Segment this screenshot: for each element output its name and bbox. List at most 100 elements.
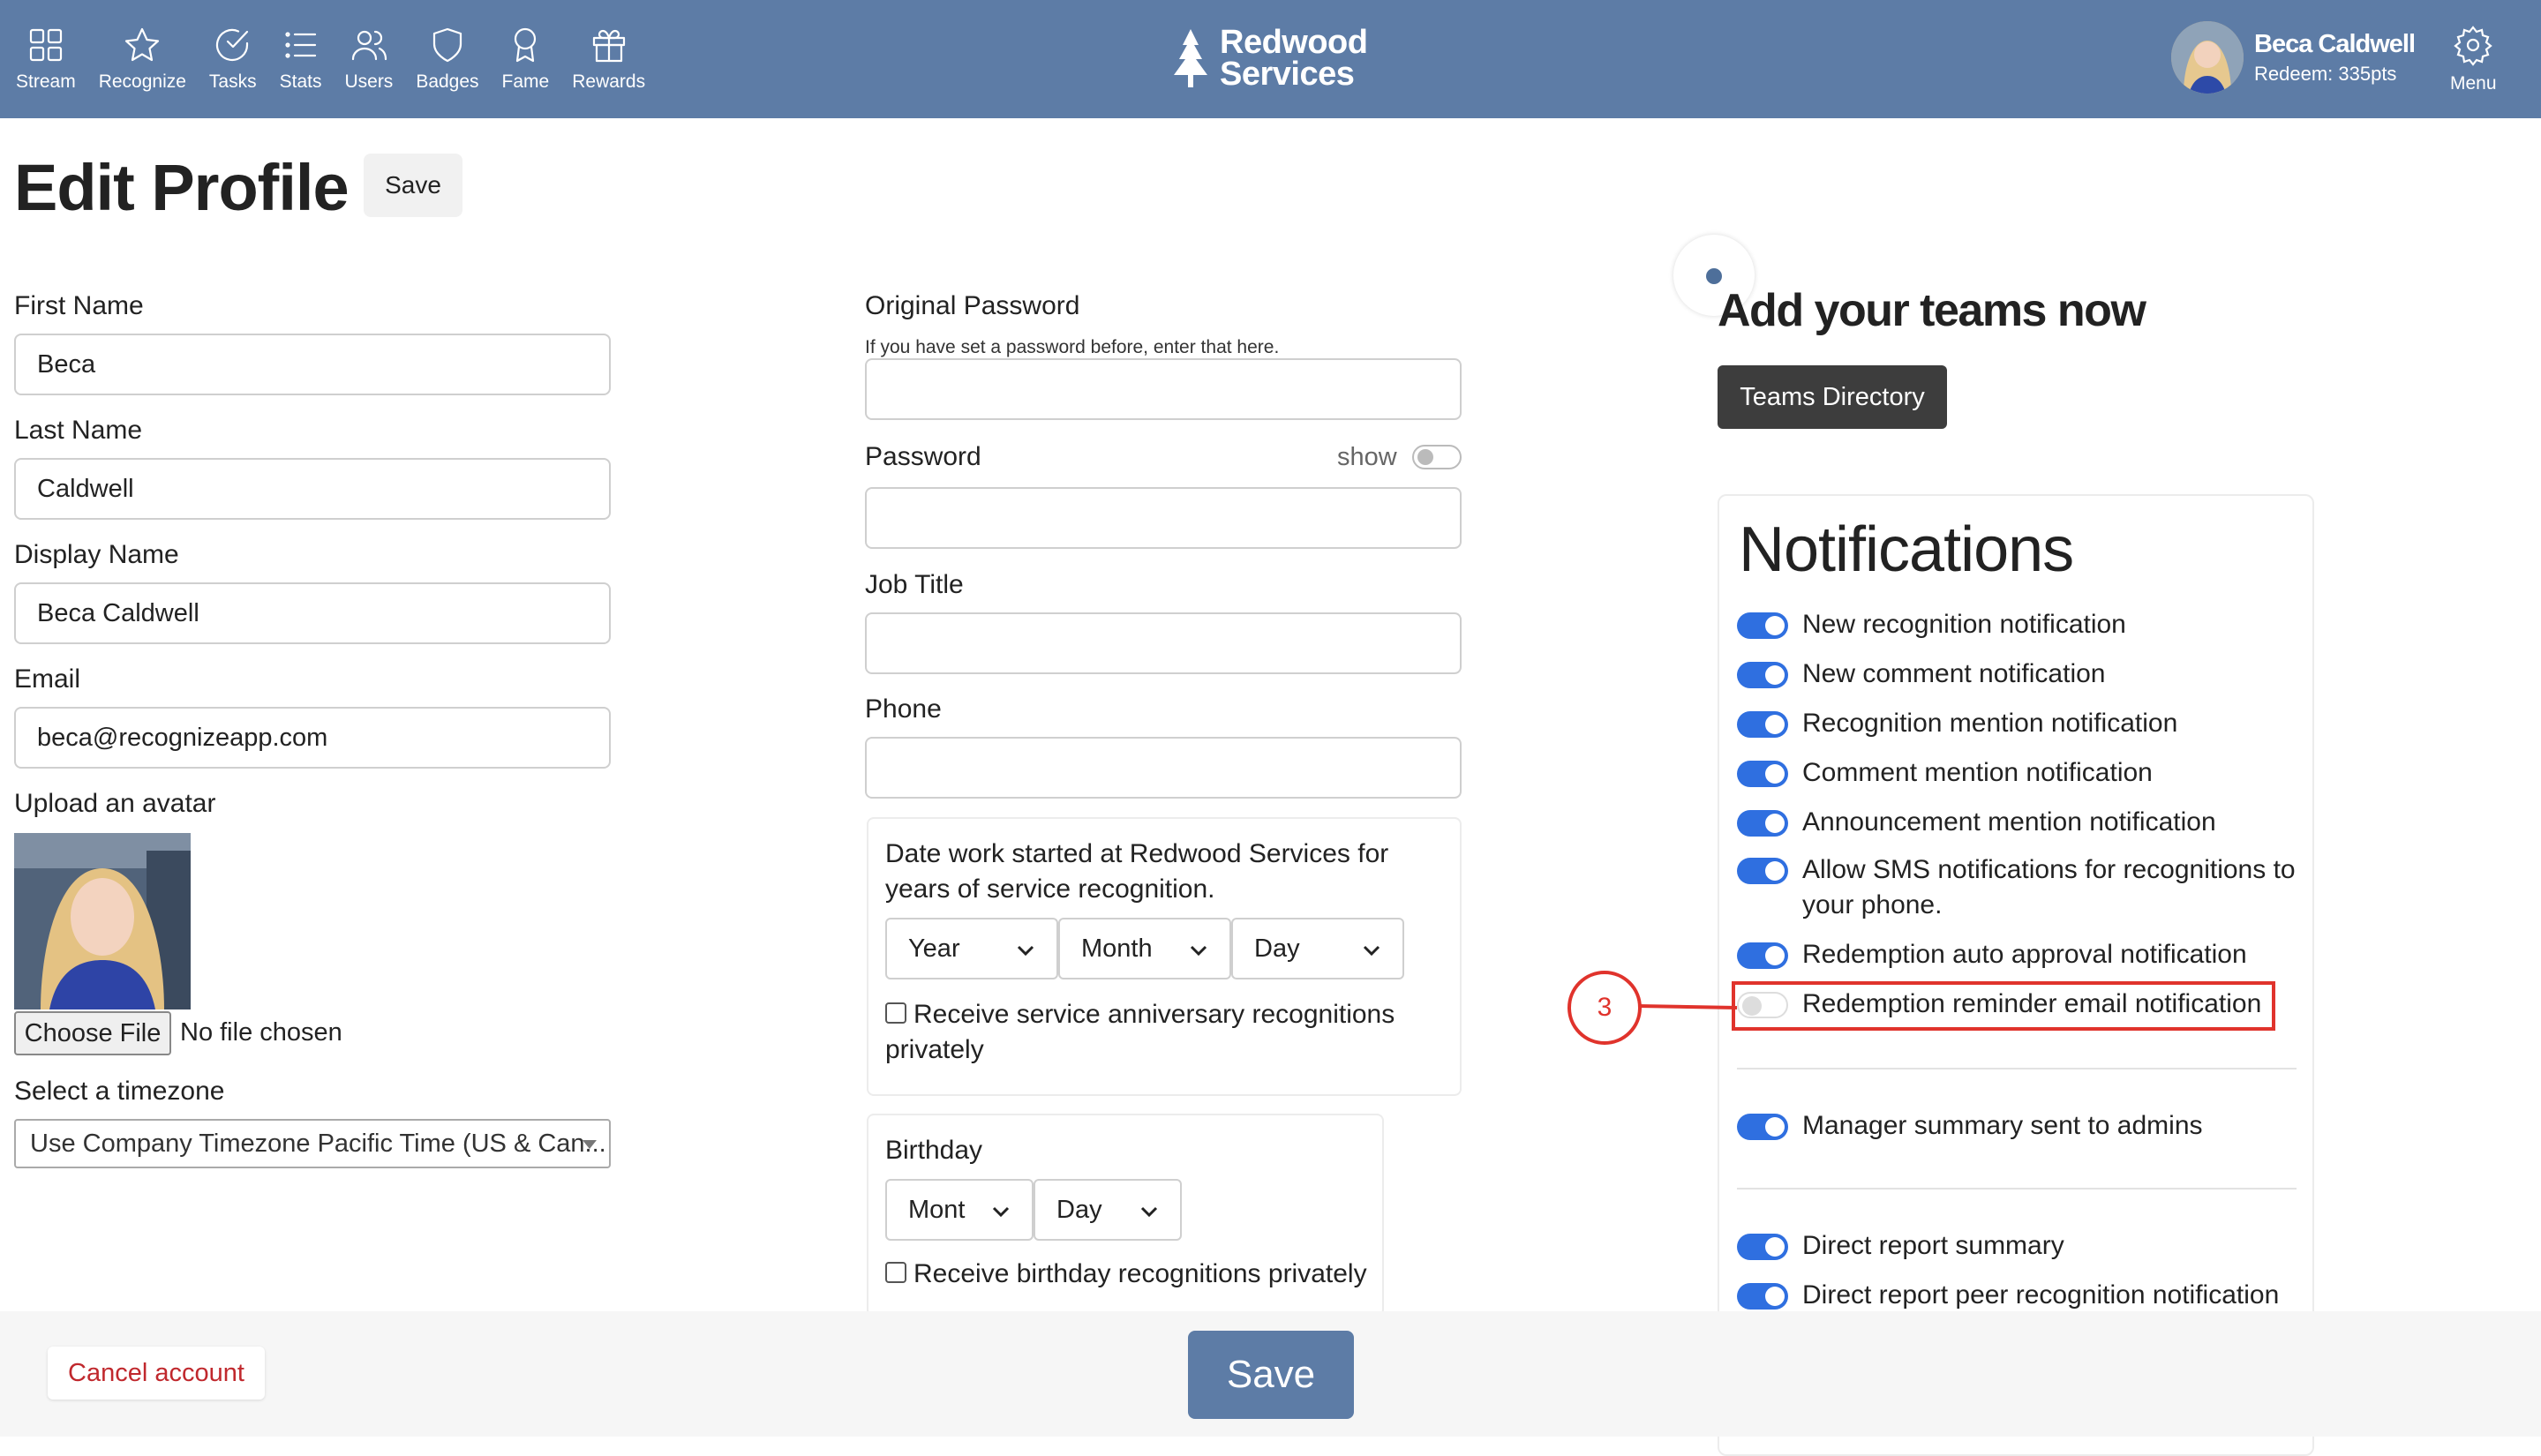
birthday-private-checkbox[interactable] bbox=[885, 1262, 906, 1283]
email-label: Email bbox=[14, 664, 81, 694]
notif-row: New comment notification bbox=[1737, 657, 2302, 692]
notif-row: Recognition mention notification bbox=[1737, 706, 2302, 741]
divider bbox=[1737, 1188, 2297, 1190]
divider bbox=[1737, 1068, 2297, 1069]
notif-label: Manager summary sent to admins bbox=[1802, 1111, 2203, 1140]
password-input[interactable] bbox=[865, 487, 1462, 549]
user-info: Beca Caldwell Redeem: 335pts bbox=[2254, 30, 2416, 86]
chevron-down-icon bbox=[1190, 945, 1207, 957]
user-profile[interactable]: Beca Caldwell Redeem: 335pts bbox=[2171, 21, 2416, 94]
phone-input[interactable] bbox=[865, 737, 1462, 799]
notif-row: Allow SMS notifications for recognitions… bbox=[1737, 852, 2302, 923]
list-icon bbox=[284, 32, 316, 58]
nav-item-users[interactable]: Users bbox=[344, 0, 393, 118]
chevron-down-icon bbox=[1363, 945, 1380, 957]
last-name-label: Last Name bbox=[14, 416, 143, 445]
notif-toggle-new-comment[interactable] bbox=[1737, 662, 1788, 688]
nav-item-fame[interactable]: Fame bbox=[502, 0, 549, 118]
month-dropdown[interactable]: Month bbox=[1058, 918, 1231, 979]
highlight-box bbox=[1732, 981, 2275, 1031]
job-title-label: Job Title bbox=[865, 570, 964, 599]
notif-row: Announcement mention notification bbox=[1737, 805, 2302, 840]
choose-file-button[interactable]: Choose File bbox=[14, 1011, 171, 1055]
timezone-value: Use Company Timezone Pacific Time (US & … bbox=[30, 1129, 606, 1158]
nav-label: Users bbox=[344, 71, 394, 92]
nav-label: Recognize bbox=[98, 71, 186, 92]
avatar bbox=[2171, 21, 2244, 94]
grid-icon bbox=[29, 28, 62, 62]
email-input[interactable]: beca@recognizeapp.com bbox=[14, 707, 611, 769]
notif-label: New recognition notification bbox=[1802, 610, 2126, 639]
users-icon bbox=[351, 30, 387, 61]
avatar-preview bbox=[14, 833, 191, 1009]
tree-icon bbox=[1174, 29, 1207, 87]
notif-label: Recognition mention notification bbox=[1802, 709, 2178, 738]
notif-label: Redemption auto approval notification bbox=[1802, 940, 2247, 969]
notif-toggle-announcement-mention[interactable] bbox=[1737, 810, 1788, 837]
birthday-day-label: Day bbox=[1056, 1195, 1102, 1224]
birthday-private-label: Receive birthday recognitions privately bbox=[913, 1259, 1367, 1288]
notif-toggle-manager-summary[interactable] bbox=[1737, 1114, 1788, 1140]
award-icon bbox=[515, 27, 537, 63]
notif-toggle-recognition-mention[interactable] bbox=[1737, 711, 1788, 738]
last-name-input[interactable]: Caldwell bbox=[14, 458, 611, 520]
birthday-month-label: Mont bbox=[908, 1195, 966, 1224]
callout-line bbox=[1638, 1004, 1737, 1009]
original-password-input[interactable] bbox=[865, 358, 1462, 420]
timezone-label: Select a timezone bbox=[14, 1077, 225, 1106]
nav-label: Tasks bbox=[208, 71, 257, 92]
notif-label: Direct report summary bbox=[1802, 1231, 2064, 1260]
show-password-toggle[interactable] bbox=[1412, 445, 1462, 469]
nav-items: Stream Recognize Tasks Stats Users Badge… bbox=[16, 0, 668, 118]
cancel-account-button[interactable]: Cancel account bbox=[48, 1347, 265, 1400]
nav-item-recognize[interactable]: Recognize bbox=[99, 0, 186, 118]
callout-badge: 3 bbox=[1567, 971, 1642, 1045]
nav-label: Badges bbox=[416, 71, 479, 92]
notif-toggle-comment-mention[interactable] bbox=[1737, 761, 1788, 787]
nav-item-badges[interactable]: Badges bbox=[416, 0, 479, 118]
nav-item-rewards[interactable]: Rewards bbox=[572, 0, 645, 118]
notif-row: Manager summary sent to admins bbox=[1737, 1108, 2302, 1144]
avatar-upload-label: Upload an avatar bbox=[14, 789, 216, 818]
job-title-input[interactable] bbox=[865, 612, 1462, 674]
birthday-month-dropdown[interactable]: Mont bbox=[885, 1179, 1034, 1241]
nav-item-stats[interactable]: Stats bbox=[279, 0, 322, 118]
top-nav-bar: Stream Recognize Tasks Stats Users Badge… bbox=[0, 0, 2541, 118]
save-button-top[interactable]: Save bbox=[364, 154, 462, 217]
chevron-down-icon bbox=[992, 1206, 1010, 1218]
original-password-hint: If you have set a password before, enter… bbox=[865, 337, 1280, 357]
notif-toggle-direct-report-peer[interactable] bbox=[1737, 1283, 1788, 1310]
notif-toggle-redemption-auto-approval[interactable] bbox=[1737, 942, 1788, 969]
nav-label: Stream bbox=[16, 71, 76, 92]
brand-logo[interactable]: Redwood Services bbox=[1172, 24, 1368, 93]
notif-toggle-new-recognition[interactable] bbox=[1737, 612, 1788, 639]
nav-label: Stats bbox=[279, 71, 322, 92]
timezone-select[interactable]: Use Company Timezone Pacific Time (US & … bbox=[14, 1119, 611, 1168]
birthday-label: Birthday bbox=[885, 1136, 983, 1165]
year-dropdown[interactable]: Year bbox=[885, 918, 1058, 979]
notif-label: Comment mention notification bbox=[1802, 758, 2153, 787]
brand-line-2: Services bbox=[1220, 56, 1355, 93]
work-start-text: Date work started at Redwood Services fo… bbox=[885, 839, 1389, 904]
first-name-input[interactable]: Beca bbox=[14, 334, 611, 395]
teams-directory-button[interactable]: Teams Directory bbox=[1718, 365, 1947, 429]
page-title: Edit Profile bbox=[14, 151, 350, 224]
display-name-input[interactable]: Beca Caldwell bbox=[14, 582, 611, 644]
brand-line-1: Redwood bbox=[1220, 24, 1368, 61]
notif-toggle-direct-report-summary[interactable] bbox=[1737, 1234, 1788, 1260]
menu-label: Menu bbox=[2450, 73, 2497, 94]
notif-label: Allow SMS notifications for recognitions… bbox=[1802, 855, 2296, 919]
nav-item-stream[interactable]: Stream bbox=[16, 0, 76, 118]
menu-button[interactable]: Menu bbox=[2450, 0, 2497, 118]
day-dropdown[interactable]: Day bbox=[1231, 918, 1404, 979]
birthday-day-dropdown[interactable]: Day bbox=[1034, 1179, 1182, 1241]
save-button[interactable]: Save bbox=[1188, 1331, 1354, 1419]
notif-row: Comment mention notification bbox=[1737, 755, 2302, 791]
first-name-label: First Name bbox=[14, 291, 144, 320]
password-label: Password bbox=[865, 442, 981, 471]
notifications-title: Notifications bbox=[1739, 514, 2074, 585]
day-dropdown-label: Day bbox=[1254, 934, 1300, 963]
star-icon bbox=[125, 27, 160, 62]
nav-item-tasks[interactable]: Tasks bbox=[209, 0, 257, 118]
notif-toggle-sms[interactable] bbox=[1737, 858, 1788, 884]
